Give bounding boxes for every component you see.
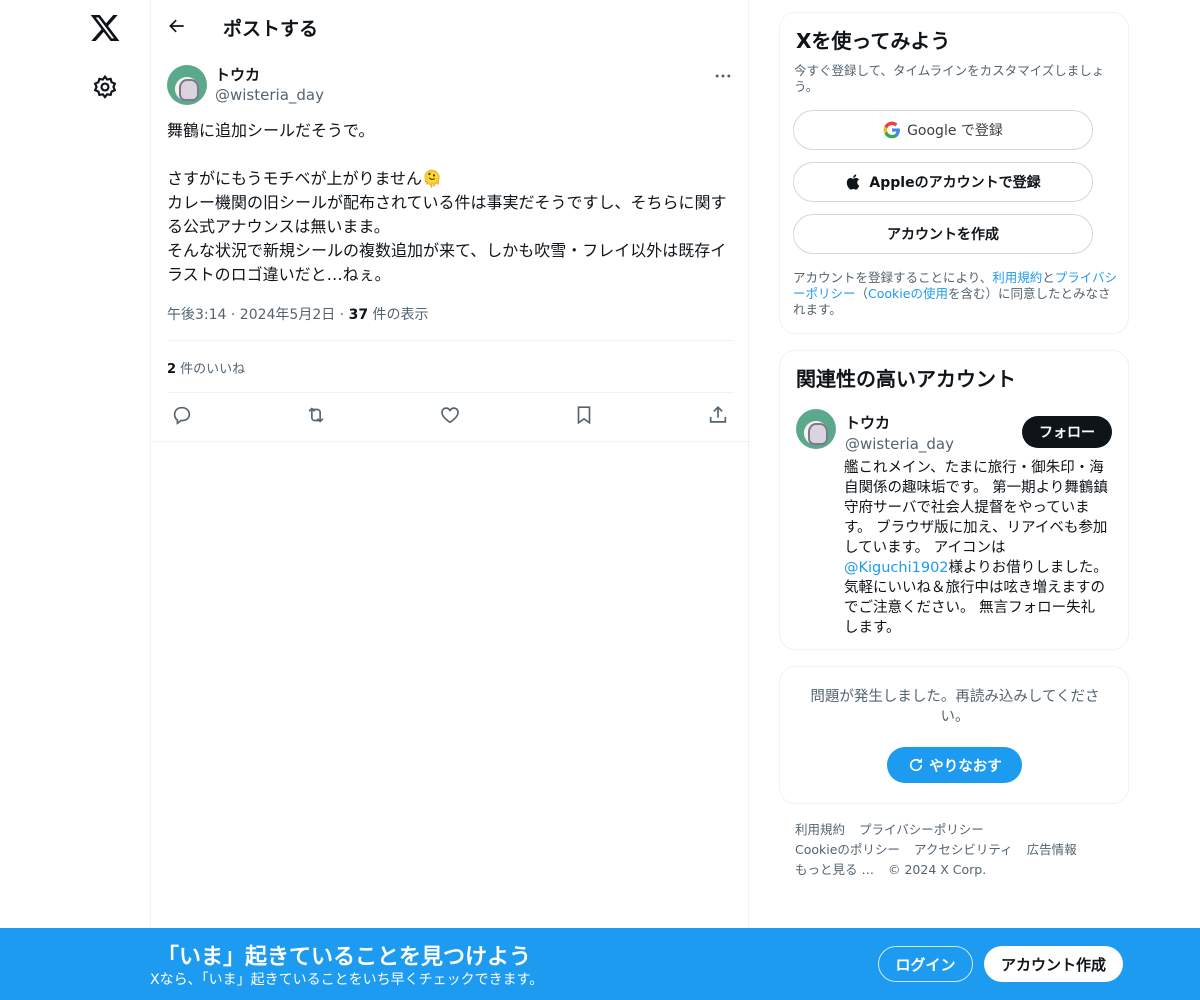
- views-label: 件の表示: [368, 307, 429, 323]
- views-count: 37: [348, 307, 369, 323]
- refresh-icon: [910, 758, 923, 772]
- footer-link-accessibility[interactable]: アクセシビリティ: [914, 842, 1013, 857]
- action-bar: [151, 404, 750, 434]
- error-card: 問題が発生しました。再読み込みしてください。 やりなおす: [779, 666, 1129, 804]
- likes-count: 2: [167, 362, 177, 377]
- retry-label: やりなおす: [929, 758, 1002, 775]
- login-button[interactable]: ログイン: [878, 946, 973, 982]
- related-accounts-card: 関連性の高いアカウント トウカ @wisteria_day フォロー 艦これメイ…: [779, 350, 1129, 650]
- signup-button[interactable]: アカウント作成: [984, 946, 1123, 982]
- bio-mention-link[interactable]: @Kiguchi1902: [844, 560, 949, 576]
- retweet-icon[interactable]: [305, 404, 327, 426]
- google-signup-label: Google で登録: [907, 123, 1003, 139]
- apple-signup-button[interactable]: Appleのアカウントで登録: [793, 162, 1093, 202]
- bio-text: 艦これメイン、たまに旅行・御朱印・海自関係の趣味垢です。 第一期より舞鶴鎮守府サ…: [844, 460, 1108, 556]
- footer-link-cookie[interactable]: Cookieのポリシー: [795, 842, 900, 857]
- copyright: © 2024 X Corp.: [887, 862, 987, 877]
- retry-button[interactable]: やりなおす: [887, 747, 1022, 783]
- divider: [167, 392, 734, 393]
- terms-link[interactable]: 利用規約: [992, 270, 1042, 285]
- share-icon[interactable]: [707, 404, 729, 426]
- legal-and: と: [1042, 270, 1055, 285]
- related-title: 関連性の高いアカウント: [796, 367, 1016, 391]
- signup-card: Xを使ってみよう 今すぐ登録して、タイムラインをカスタマイズしましょう。 Goo…: [779, 12, 1129, 334]
- legal-notice: アカウントを登録することにより、利用規約とプライバシーポリシー（Cookieの使…: [793, 270, 1118, 318]
- related-bio: 艦これメイン、たまに旅行・御朱印・海自関係の趣味垢です。 第一期より舞鶴鎮守府サ…: [844, 458, 1109, 638]
- footer-link-more[interactable]: もっと見る …: [795, 862, 874, 877]
- author-handle[interactable]: @wisteria_day: [215, 86, 324, 104]
- google-signup-button[interactable]: Google で登録: [793, 110, 1093, 150]
- related-handle[interactable]: @wisteria_day: [845, 435, 954, 453]
- footer-link-privacy[interactable]: プライバシーポリシー: [859, 822, 984, 837]
- main-column: ポストする トウカ @wisteria_day 舞鶴に追加シールだそうで。 さす…: [150, 0, 750, 1000]
- likes-label: 件のいいね: [176, 362, 246, 377]
- bottom-banner: 「いま」起きていることを見つけよう Xなら、「いま」起きていることをいち早くチェ…: [0, 928, 1200, 1000]
- header: ポストする: [151, 0, 748, 53]
- signup-title: Xを使ってみよう: [796, 29, 951, 53]
- left-nav: [0, 0, 150, 1000]
- avatar[interactable]: [796, 409, 836, 449]
- more-icon[interactable]: [713, 66, 733, 86]
- cookie-link[interactable]: Cookieの使用: [868, 286, 948, 301]
- legal-prefix: アカウントを登録することにより、: [793, 270, 993, 285]
- post-meta: 午後3:14 · 2024年5月2日 · 37 件の表示: [167, 304, 429, 324]
- apple-signup-label: Appleのアカウントで登録: [869, 175, 1041, 191]
- author-name[interactable]: トウカ: [215, 64, 260, 85]
- footer-links: 利用規約 プライバシーポリシー Cookieのポリシー アクセシビリティ 広告情報 も…: [795, 820, 1115, 880]
- apple-icon: [847, 174, 860, 190]
- divider: [151, 441, 750, 442]
- legal-open: （: [855, 286, 869, 301]
- gear-icon[interactable]: [92, 74, 118, 100]
- create-account-label: アカウントを作成: [887, 227, 999, 243]
- avatar[interactable]: [167, 65, 207, 105]
- banner-title: 「いま」起きていることを見つけよう: [157, 945, 532, 970]
- reply-icon[interactable]: [171, 404, 193, 426]
- post-text: 舞鶴に追加シールだそうで。 さすがにもうモチベが上がりません🫠 カレー機関の旧シ…: [167, 121, 727, 284]
- bookmark-icon[interactable]: [573, 404, 595, 426]
- likes-summary[interactable]: 2 件のいいね: [167, 358, 245, 377]
- page-title: ポストする: [223, 18, 319, 40]
- related-name[interactable]: トウカ: [845, 412, 890, 433]
- signup-subtitle: 今すぐ登録して、タイムラインをカスタマイズしましょう。: [794, 63, 1105, 94]
- banner-subtitle: Xなら、「いま」起きていることをいち早くチェックできます。: [150, 972, 544, 988]
- x-logo-icon[interactable]: [89, 12, 121, 44]
- create-account-button[interactable]: アカウントを作成: [793, 214, 1093, 254]
- like-icon[interactable]: [439, 404, 461, 426]
- error-message: 問題が発生しました。再読み込みしてください。: [810, 689, 1100, 725]
- divider: [167, 340, 734, 341]
- google-icon: [883, 121, 901, 139]
- follow-button[interactable]: フォロー: [1022, 416, 1112, 448]
- footer-link-ads[interactable]: 広告情報: [1027, 842, 1077, 857]
- back-arrow-icon[interactable]: [167, 16, 187, 36]
- post-time[interactable]: 午後3:14 · 2024年5月2日 ·: [167, 307, 349, 323]
- footer-link-terms[interactable]: 利用規約: [795, 822, 845, 837]
